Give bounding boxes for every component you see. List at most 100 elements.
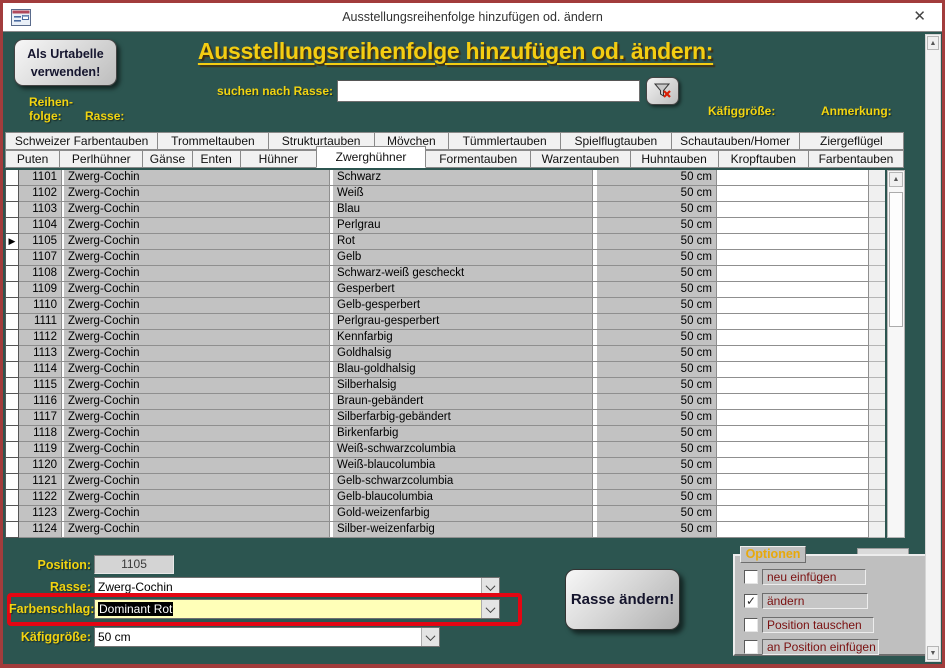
cell-color[interactable]: Goldhalsig: [333, 346, 593, 362]
cell-position[interactable]: 1109: [19, 282, 62, 298]
table-row[interactable]: 1111Zwerg-CochinPerlgrau-gesperbert50 cm: [5, 314, 911, 330]
cell-position[interactable]: 1119: [19, 442, 62, 458]
table-row[interactable]: 1121Zwerg-CochinGelb-schwarzcolumbia50 c…: [5, 474, 911, 490]
cell-note[interactable]: [717, 490, 869, 506]
cell-color[interactable]: Gelb-blaucolumbia: [333, 490, 593, 506]
cell-position[interactable]: 1111: [19, 314, 62, 330]
cell-breed[interactable]: Zwerg-Cochin: [64, 442, 330, 458]
cell-note[interactable]: [717, 474, 869, 490]
cell-breed[interactable]: Zwerg-Cochin: [64, 394, 330, 410]
cell-breed[interactable]: Zwerg-Cochin: [64, 234, 330, 250]
cell-breed[interactable]: Zwerg-Cochin: [64, 298, 330, 314]
tab-schweizer-farbentauben[interactable]: Schweizer Farbentauben: [5, 132, 158, 150]
cell-cage-size[interactable]: 50 cm: [597, 506, 717, 522]
cell-position[interactable]: 1107: [19, 250, 62, 266]
cell-note[interactable]: [717, 250, 869, 266]
cell-note[interactable]: [717, 394, 869, 410]
cell-color[interactable]: Weiß-blaucolumbia: [333, 458, 593, 474]
row-selector[interactable]: [5, 346, 19, 362]
kaefiggroesse-dropdown-button[interactable]: [421, 628, 439, 646]
cell-breed[interactable]: Zwerg-Cochin: [64, 506, 330, 522]
cell-position[interactable]: 1117: [19, 410, 62, 426]
cell-color[interactable]: Gesperbert: [333, 282, 593, 298]
cell-note[interactable]: [717, 506, 869, 522]
rasse-aendern-button[interactable]: Rasse ändern!: [565, 569, 680, 630]
cell-breed[interactable]: Zwerg-Cochin: [64, 330, 330, 346]
scroll-down-icon[interactable]: ▼: [927, 646, 939, 660]
row-selector[interactable]: [5, 330, 19, 346]
cell-cage-size[interactable]: 50 cm: [597, 474, 717, 490]
cell-note[interactable]: [717, 426, 869, 442]
table-row[interactable]: 1118Zwerg-CochinBirkenfarbig50 cm: [5, 426, 911, 442]
tab-formentauben[interactable]: Formentauben: [425, 150, 531, 168]
position-field[interactable]: 1105: [94, 555, 174, 574]
row-selector[interactable]: [5, 410, 19, 426]
tab-farbentauben[interactable]: Farbentauben: [808, 150, 904, 168]
cell-position[interactable]: 1113: [19, 346, 62, 362]
table-row[interactable]: 1103Zwerg-CochinBlau50 cm: [5, 202, 911, 218]
table-row[interactable]: 1115Zwerg-CochinSilberhalsig50 cm: [5, 378, 911, 394]
cell-note[interactable]: [717, 234, 869, 250]
cell-color[interactable]: Silberfarbig-gebändert: [333, 410, 593, 426]
cell-position[interactable]: 1103: [19, 202, 62, 218]
cell-position[interactable]: 1114: [19, 362, 62, 378]
cell-color[interactable]: Gelb-schwarzcolumbia: [333, 474, 593, 490]
cell-cage-size[interactable]: 50 cm: [597, 250, 717, 266]
table-row[interactable]: 1101Zwerg-CochinSchwarz50 cm: [5, 170, 911, 186]
cell-breed[interactable]: Zwerg-Cochin: [64, 426, 330, 442]
unchecked-checkbox-icon[interactable]: [744, 640, 758, 654]
cell-note[interactable]: [717, 314, 869, 330]
kaefiggroesse-combobox[interactable]: 50 cm: [94, 627, 440, 647]
cell-position[interactable]: 1101: [19, 170, 62, 186]
cell-cage-size[interactable]: 50 cm: [597, 458, 717, 474]
cell-breed[interactable]: Zwerg-Cochin: [64, 266, 330, 282]
cell-color[interactable]: Blau: [333, 202, 593, 218]
cell-color[interactable]: Weiß-schwarzcolumbia: [333, 442, 593, 458]
cell-breed[interactable]: Zwerg-Cochin: [64, 458, 330, 474]
cell-breed[interactable]: Zwerg-Cochin: [64, 314, 330, 330]
row-selector[interactable]: [5, 442, 19, 458]
cell-color[interactable]: Rot: [333, 234, 593, 250]
cell-note[interactable]: [717, 362, 869, 378]
table-row[interactable]: 1107Zwerg-CochinGelb50 cm: [5, 250, 911, 266]
tab-h-hner[interactable]: Hühner: [240, 150, 317, 168]
cell-color[interactable]: Silberhalsig: [333, 378, 593, 394]
cell-color[interactable]: Birkenfarbig: [333, 426, 593, 442]
row-selector[interactable]: ▶: [5, 234, 19, 250]
cell-position[interactable]: 1108: [19, 266, 62, 282]
cell-note[interactable]: [717, 298, 869, 314]
cell-breed[interactable]: Zwerg-Cochin: [64, 378, 330, 394]
cell-position[interactable]: 1102: [19, 186, 62, 202]
table-row[interactable]: 1114Zwerg-CochinBlau-goldhalsig50 cm: [5, 362, 911, 378]
table-row[interactable]: ▶1105Zwerg-CochinRot50 cm: [5, 234, 911, 250]
cell-cage-size[interactable]: 50 cm: [597, 218, 717, 234]
cell-note[interactable]: [717, 282, 869, 298]
cell-position[interactable]: 1124: [19, 522, 62, 538]
tab-zwergh-hner[interactable]: Zwerghühner: [316, 146, 426, 168]
tab-schautauben-homer[interactable]: Schautauben/Homer: [671, 132, 800, 150]
cell-cage-size[interactable]: 50 cm: [597, 266, 717, 282]
row-selector[interactable]: [5, 298, 19, 314]
table-row[interactable]: 1102Zwerg-CochinWeiß50 cm: [5, 186, 911, 202]
cell-position[interactable]: 1104: [19, 218, 62, 234]
cell-note[interactable]: [717, 458, 869, 474]
table-row[interactable]: 1124Zwerg-CochinSilber-weizenfarbig50 cm: [5, 522, 911, 538]
cell-position[interactable]: 1116: [19, 394, 62, 410]
cell-note[interactable]: [717, 442, 869, 458]
cell-color[interactable]: Schwarz: [333, 170, 593, 186]
cell-note[interactable]: [717, 186, 869, 202]
cell-breed[interactable]: Zwerg-Cochin: [64, 218, 330, 234]
tab-ziergefl-gel[interactable]: Ziergeflügel: [799, 132, 904, 150]
cell-color[interactable]: Perlgrau-gesperbert: [333, 314, 593, 330]
tab-spielflugtauben[interactable]: Spielflugtauben: [560, 132, 671, 150]
remove-filter-button[interactable]: [646, 77, 679, 105]
cell-position[interactable]: 1118: [19, 426, 62, 442]
close-icon[interactable]: ✕: [909, 7, 930, 25]
cell-breed[interactable]: Zwerg-Cochin: [64, 490, 330, 506]
table-row[interactable]: 1109Zwerg-CochinGesperbert50 cm: [5, 282, 911, 298]
row-selector[interactable]: [5, 250, 19, 266]
tab-perlh-hner[interactable]: Perlhühner: [59, 150, 143, 168]
cell-position[interactable]: 1105: [19, 234, 62, 250]
cell-cage-size[interactable]: 50 cm: [597, 202, 717, 218]
tab-g-nse[interactable]: Gänse: [142, 150, 192, 168]
